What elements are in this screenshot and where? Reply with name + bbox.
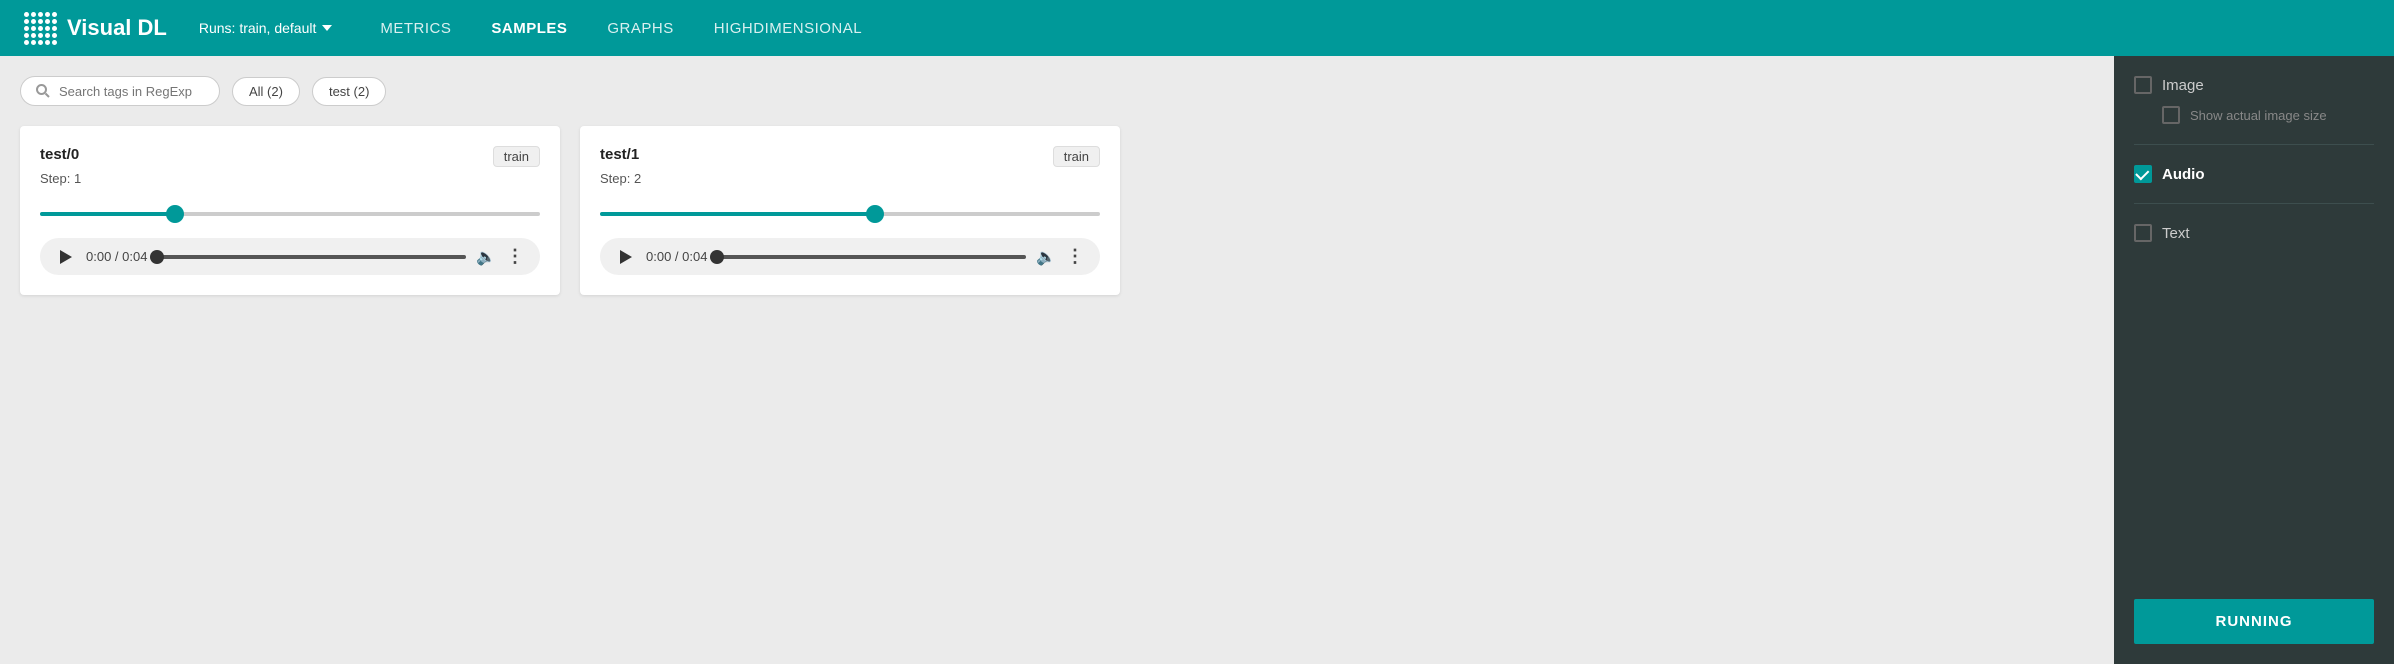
runs-selector[interactable]: Runs: train, default [199, 20, 333, 36]
volume-icon-1[interactable]: 🔈 [1036, 247, 1056, 267]
progress-bar-1[interactable] [717, 255, 1026, 259]
show-actual-size-row[interactable]: Show actual image size [2162, 106, 2374, 124]
logo-icon [24, 12, 57, 45]
nav-metrics[interactable]: METRICS [380, 20, 451, 37]
cards-grid: test/0 train Step: 1 0:00 / 0:04 [20, 126, 2094, 295]
time-display-1: 0:00 / 0:04 [646, 249, 707, 264]
search-icon [35, 83, 51, 99]
main-nav: METRICS SAMPLES GRAPHS HIGHDIMENSIONAL [380, 20, 862, 37]
logo: Visual DL [24, 12, 167, 45]
slider-1[interactable] [600, 206, 1100, 222]
slider-track-1 [600, 212, 1100, 216]
slider-thumb-0[interactable] [166, 205, 184, 223]
chevron-down-icon [322, 25, 332, 31]
text-checkbox-row[interactable]: Text [2134, 224, 2374, 242]
runs-label: Runs: train, default [199, 20, 317, 36]
filter-all-button[interactable]: All (2) [232, 77, 300, 106]
card-title-1: test/1 [600, 146, 639, 163]
card-title-0: test/0 [40, 146, 79, 163]
card-tag-0: train [493, 146, 540, 167]
text-checkbox[interactable] [2134, 224, 2152, 242]
volume-icon-0[interactable]: 🔈 [476, 247, 496, 267]
card-step-1: Step: 2 [600, 171, 1100, 186]
search-box [20, 76, 220, 106]
divider-1 [2134, 144, 2374, 145]
nav-graphs[interactable]: GRAPHS [607, 20, 673, 37]
app-header: Visual DL Runs: train, default METRICS S… [0, 0, 2394, 56]
play-button-0[interactable] [56, 247, 76, 267]
card-header-0: test/0 train [40, 146, 540, 167]
text-section: Text [2134, 224, 2374, 242]
slider-0[interactable] [40, 206, 540, 222]
search-input[interactable] [59, 84, 199, 99]
image-section: Image Show actual image size [2134, 76, 2374, 124]
more-options-icon-0[interactable]: ⋮ [506, 246, 524, 267]
logo-text: Visual DL [67, 15, 167, 41]
progress-bar-0[interactable] [157, 255, 466, 259]
card-test1: test/1 train Step: 2 0:00 / 0:04 [580, 126, 1120, 295]
play-icon-0 [60, 250, 72, 264]
sidebar: Image Show actual image size Audio Text … [2114, 56, 2394, 664]
card-test0: test/0 train Step: 1 0:00 / 0:04 [20, 126, 560, 295]
card-step-0: Step: 1 [40, 171, 540, 186]
audio-label: Audio [2162, 166, 2205, 183]
time-display-0: 0:00 / 0:04 [86, 249, 147, 264]
toolbar: All (2) test (2) [20, 76, 2094, 106]
more-options-icon-1[interactable]: ⋮ [1066, 246, 1084, 267]
progress-thumb-1 [710, 250, 724, 264]
slider-track-0 [40, 212, 540, 216]
play-button-1[interactable] [616, 247, 636, 267]
nav-highdimensional[interactable]: HIGHDIMENSIONAL [714, 20, 862, 37]
main-layout: All (2) test (2) test/0 train Step: 1 [0, 56, 2394, 664]
image-label: Image [2162, 77, 2204, 94]
slider-thumb-1[interactable] [866, 205, 884, 223]
audio-section: Audio [2134, 165, 2374, 183]
show-actual-size-label: Show actual image size [2190, 108, 2327, 123]
audio-checkbox[interactable] [2134, 165, 2152, 183]
show-actual-size-checkbox[interactable] [2162, 106, 2180, 124]
audio-checkbox-row[interactable]: Audio [2134, 165, 2374, 183]
text-label: Text [2162, 225, 2190, 242]
card-header-1: test/1 train [600, 146, 1100, 167]
nav-samples[interactable]: SAMPLES [491, 20, 567, 37]
divider-2 [2134, 203, 2374, 204]
progress-thumb-0 [150, 250, 164, 264]
audio-player-1: 0:00 / 0:04 🔈 ⋮ [600, 238, 1100, 275]
filter-test-button[interactable]: test (2) [312, 77, 386, 106]
card-tag-1: train [1053, 146, 1100, 167]
content-area: All (2) test (2) test/0 train Step: 1 [0, 56, 2114, 664]
audio-player-0: 0:00 / 0:04 🔈 ⋮ [40, 238, 540, 275]
image-checkbox-row[interactable]: Image [2134, 76, 2374, 94]
running-button[interactable]: RUNNING [2134, 599, 2374, 644]
image-checkbox[interactable] [2134, 76, 2152, 94]
play-icon-1 [620, 250, 632, 264]
